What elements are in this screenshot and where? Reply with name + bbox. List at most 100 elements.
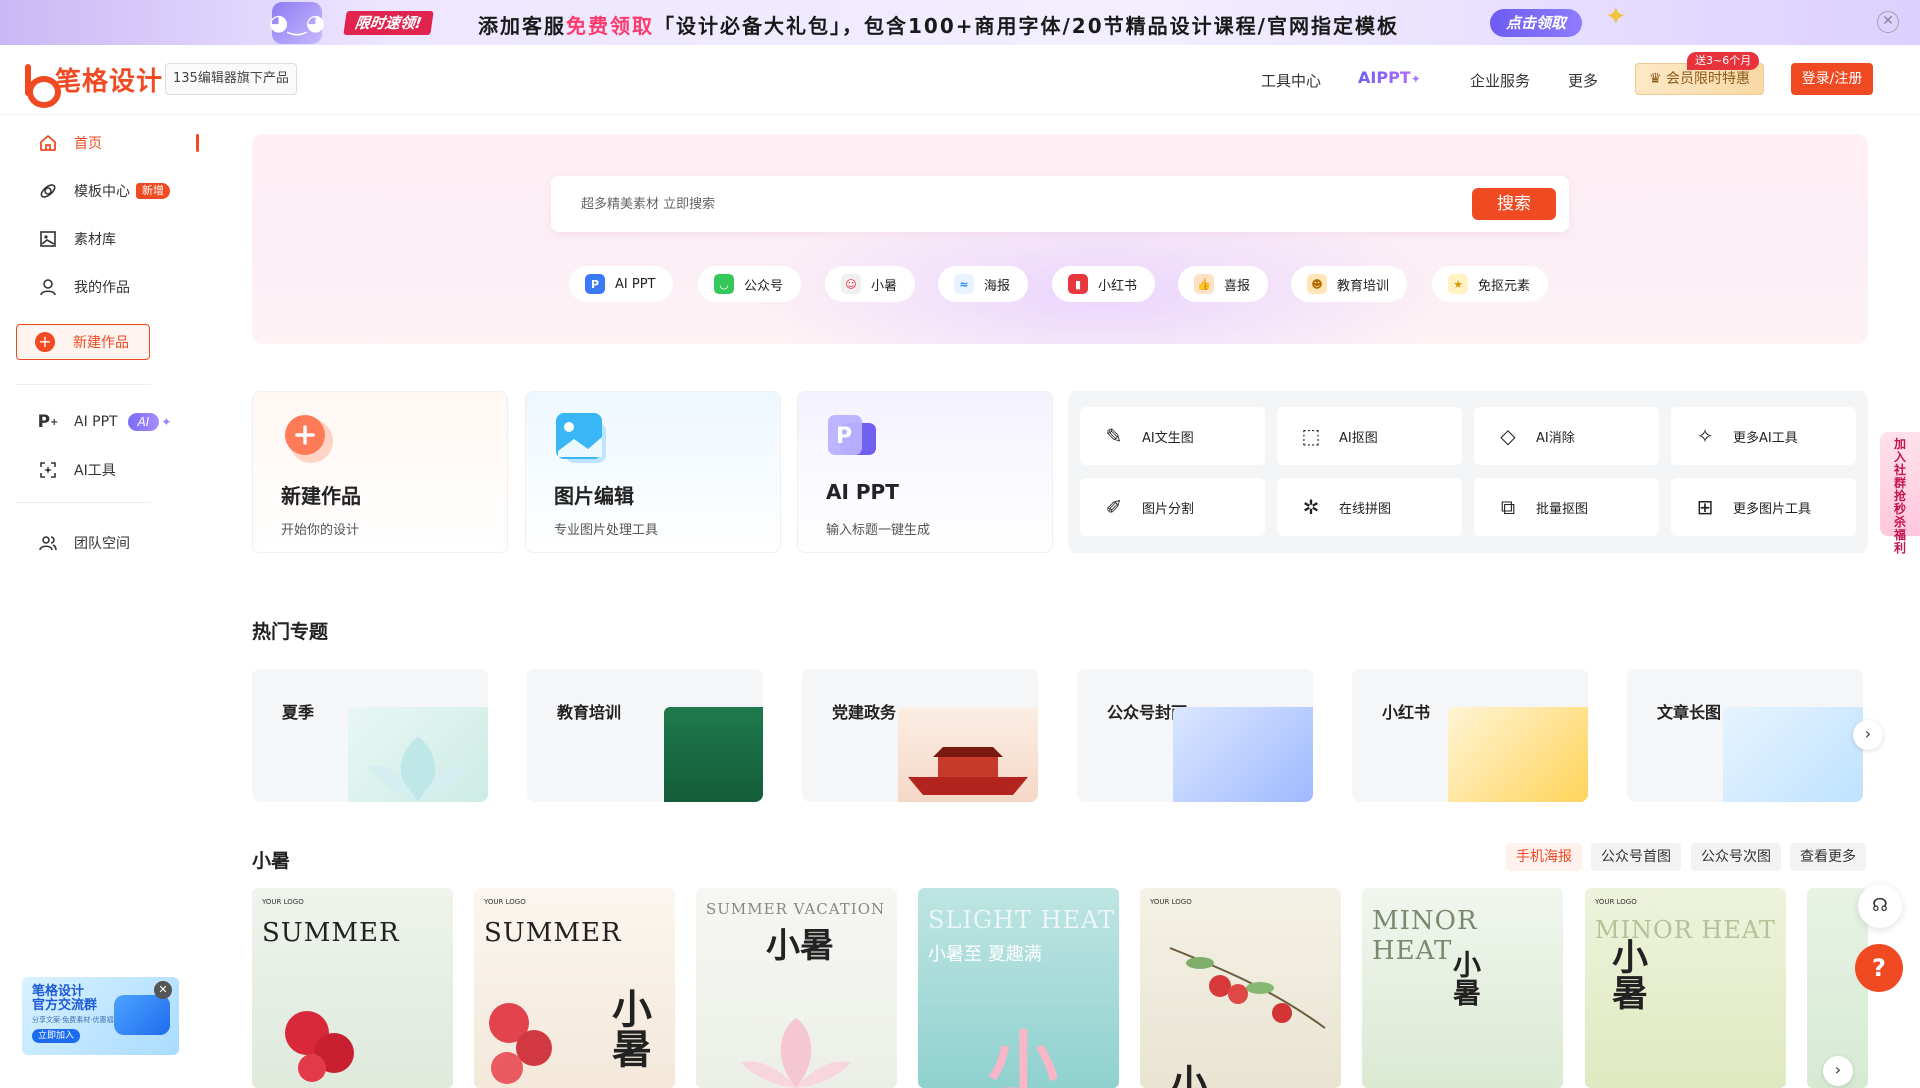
tool-more-image[interactable]: ⊞ 更多图片工具: [1671, 478, 1856, 536]
thumbs-up-icon: 👍: [1194, 274, 1214, 294]
chevron-right-icon[interactable]: ›: [1853, 720, 1883, 750]
chip-wechat[interactable]: ◡ 公众号: [698, 266, 802, 302]
sidebar-item-ai-tools[interactable]: AI工具: [16, 450, 200, 490]
close-icon[interactable]: ✕: [154, 981, 172, 999]
nav-tool-center[interactable]: 工具中心: [1261, 70, 1321, 91]
template-card[interactable]: YOUR LOGO MINOR HEAT 小暑: [1585, 888, 1786, 1088]
feature-card-new-work[interactable]: 新建作品 开始你的设计: [252, 391, 508, 553]
new-badge: 新增: [136, 183, 170, 199]
sidebar-item-my-works[interactable]: 我的作品: [16, 267, 200, 307]
tab-view-more[interactable]: 查看更多: [1790, 843, 1866, 871]
sidebar-divider: [16, 384, 151, 385]
sparkle-icon: ✧: [1696, 424, 1714, 448]
chip-good-news[interactable]: 👍 喜报: [1178, 266, 1269, 302]
topic-card[interactable]: 教育培训: [527, 669, 763, 802]
template-icon: [36, 179, 60, 203]
template-card[interactable]: YOUR LOGO SUMMER: [252, 888, 453, 1088]
template-cn-title: 小暑: [1449, 950, 1482, 1006]
topic-name: 文章长图: [1657, 703, 1722, 722]
chip-cutout[interactable]: ★ 免抠元素: [1432, 266, 1549, 302]
branch-illustration: [1169, 947, 1326, 1029]
chevron-right-icon[interactable]: ›: [1823, 1056, 1853, 1086]
promo-subtitle: 分享文案·免费素材·优惠福利: [32, 1016, 121, 1024]
template-card[interactable]: YOUR LOGO 小: [1140, 888, 1341, 1088]
chip-xiaoshu[interactable]: ☺ 小暑: [825, 266, 916, 302]
template-card[interactable]: SLIGHT HEAT 小暑至 夏趣满 小: [918, 888, 1119, 1088]
headset-icon[interactable]: ☊: [1858, 884, 1902, 928]
eraser-icon: ◇: [1500, 424, 1516, 448]
topic-image: [1723, 707, 1863, 802]
search-input[interactable]: [581, 176, 1381, 232]
tool-ai-erase[interactable]: ◇ AI消除: [1474, 407, 1659, 465]
ppt-icon: P: [826, 411, 876, 461]
lotus-illustration: [741, 1018, 851, 1088]
chip-poster[interactable]: ≈ 海报: [938, 266, 1029, 302]
claim-button[interactable]: 点击领取: [1490, 9, 1583, 37]
chip-ai-ppt[interactable]: P AI PPT: [569, 266, 674, 302]
new-work-button[interactable]: + 新建作品: [16, 324, 150, 360]
chip-xiaohongshu[interactable]: ▮ 小红书: [1052, 266, 1156, 302]
topic-image: [1448, 707, 1588, 802]
ai-tools-icon: [36, 458, 60, 482]
tab-wechat-secondary[interactable]: 公众号次图: [1691, 843, 1781, 871]
nav-more[interactable]: 更多: [1568, 70, 1598, 91]
tab-mobile-poster[interactable]: 手机海报: [1506, 843, 1582, 871]
tool-image-split[interactable]: ✐ 图片分割: [1080, 478, 1265, 536]
login-button[interactable]: 登录/注册: [1791, 63, 1873, 95]
wechat-icon: ◡: [714, 274, 734, 294]
topic-image: [898, 707, 1038, 802]
close-icon[interactable]: ✕: [1877, 11, 1899, 33]
tool-collage[interactable]: ✲ 在线拼图: [1277, 478, 1462, 536]
home-icon: [36, 131, 60, 155]
logo[interactable]: 笔格设计: [25, 61, 163, 108]
topic-card[interactable]: 文章长图: [1627, 669, 1863, 802]
template-cn-title: 小暑: [605, 988, 652, 1068]
nav-aippt[interactable]: AIPPT✦: [1358, 68, 1421, 87]
tool-ai-text-to-image[interactable]: ✎ AI文生图: [1080, 407, 1265, 465]
chip-education[interactable]: ☻ 教育培训: [1291, 266, 1408, 302]
tool-more-ai[interactable]: ✧ 更多AI工具: [1671, 407, 1856, 465]
template-card[interactable]: SUMMER VACATION 小暑: [696, 888, 897, 1088]
nav-enterprise[interactable]: 企业服务: [1470, 70, 1530, 91]
feature-subtitle: 专业图片处理工具: [554, 523, 659, 538]
tool-ai-cutout[interactable]: ⬚ AI抠图: [1277, 407, 1462, 465]
sidebar-item-ai-ppt[interactable]: P + AI PPT AI ✦: [16, 402, 200, 442]
feature-card-ai-ppt[interactable]: P AI PPT 输入标题一键生成: [797, 391, 1053, 553]
feature-subtitle: 开始你的设计: [281, 523, 360, 538]
topic-name: 夏季: [282, 703, 315, 722]
feature-subtitle: 输入标题一键生成: [826, 523, 931, 538]
topic-card[interactable]: 小红书: [1352, 669, 1588, 802]
crown-icon: ♛: [1648, 71, 1662, 87]
tool-batch-cutout[interactable]: ⧉ 批量抠图: [1474, 478, 1659, 536]
promo-banner[interactable]: ◕‿◕ 限时速领! 添加客服免费领取「设计必备大礼包」，包含100+商用字体/2…: [0, 0, 1920, 45]
sparkle-icon: ✦: [1605, 2, 1627, 32]
topic-image: [348, 707, 488, 802]
topic-image: [1173, 707, 1313, 802]
sidebar-item-materials[interactable]: 素材库: [16, 219, 200, 259]
hot-topics-title: 热门专题: [252, 621, 329, 643]
promo-join-button[interactable]: 立即加入: [32, 1029, 81, 1043]
help-button[interactable]: ?: [1855, 944, 1903, 992]
sidebar-item-templates[interactable]: 模板中心 新增: [16, 171, 200, 211]
sidebar: [0, 115, 210, 1080]
topic-card[interactable]: 党建政务: [802, 669, 1038, 802]
teacher-icon: ☻: [1307, 274, 1327, 294]
smile-icon: ★: [1448, 274, 1468, 294]
topic-card[interactable]: 公众号封面: [1077, 669, 1313, 802]
ai-ppt-icon: P +: [37, 412, 59, 432]
template-card[interactable]: YOUR LOGO SUMMER 小暑: [474, 888, 675, 1088]
template-text: SUMMER VACATION: [706, 900, 886, 918]
tab-wechat-cover[interactable]: 公众号首图: [1591, 843, 1681, 871]
topic-card[interactable]: 夏季: [252, 669, 488, 802]
sidebar-item-home[interactable]: 首页: [16, 123, 200, 163]
banner-text: 添加客服免费领取「设计必备大礼包」，包含100+商用字体/20节精品设计课程/官…: [478, 14, 1399, 38]
template-text: SLIGHT HEAT: [928, 906, 1116, 934]
sidebar-item-team[interactable]: 团队空间: [16, 523, 200, 563]
feature-card-image-edit[interactable]: 图片编辑 专业图片处理工具: [525, 391, 781, 553]
mascot-icon: ◕‿◕: [269, 2, 325, 44]
template-card[interactable]: MINOR HEAT 小暑: [1362, 888, 1563, 1088]
plus-circle-icon: [281, 411, 333, 463]
sidebar-item-label: 模板中心: [74, 184, 130, 200]
template-text: SUMMER: [262, 918, 400, 948]
search-button[interactable]: 搜索: [1472, 188, 1556, 220]
